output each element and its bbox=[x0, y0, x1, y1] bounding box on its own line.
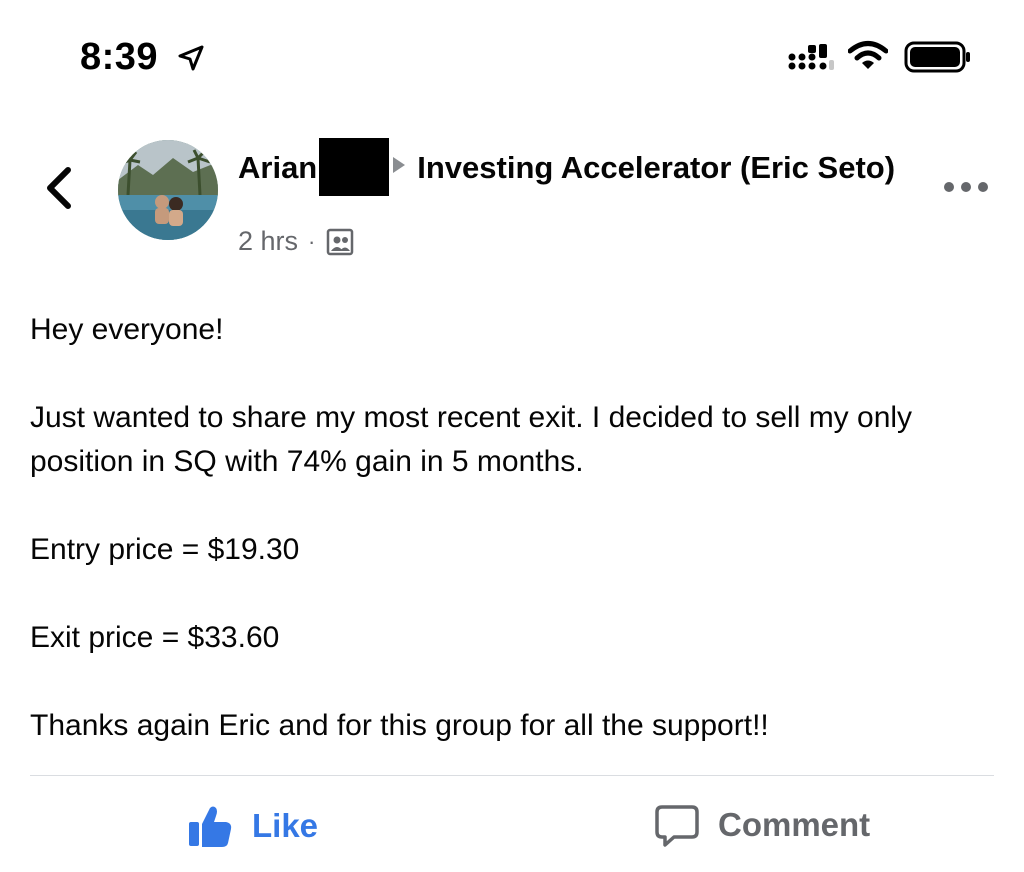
author-name[interactable]: Arian bbox=[238, 150, 317, 185]
wifi-icon bbox=[848, 41, 888, 69]
status-bar: 8:39 bbox=[0, 0, 1024, 110]
post-paragraph: Entry price = $19.30 bbox=[30, 533, 300, 566]
post-time[interactable]: 2 hrs bbox=[238, 226, 298, 257]
triangle-right-icon bbox=[393, 157, 406, 173]
comment-button[interactable]: Comment bbox=[654, 802, 870, 848]
post-paragraph: Exit price = $33.60 bbox=[30, 621, 280, 654]
group-audience-icon bbox=[327, 228, 354, 255]
location-arrow-icon bbox=[178, 45, 204, 71]
group-name[interactable]: Investing Accelerator (Eric Seto) bbox=[417, 150, 895, 185]
cellular-signal-icon bbox=[788, 44, 834, 70]
redaction-box bbox=[319, 138, 390, 196]
thumbs-up-icon bbox=[189, 806, 232, 847]
status-time: 8:39 bbox=[80, 36, 159, 78]
comment-bubble-icon bbox=[655, 805, 699, 847]
meta-separator: · bbox=[308, 228, 316, 254]
action-bar: Like Comment bbox=[0, 776, 1024, 872]
post-meta: 2 hrs · bbox=[238, 226, 355, 257]
battery-icon bbox=[904, 41, 970, 73]
avatar-photo bbox=[118, 140, 218, 240]
like-button[interactable]: Like bbox=[186, 802, 318, 850]
avatar[interactable] bbox=[118, 140, 218, 240]
post-paragraph: Thanks again Eric and for this group for… bbox=[30, 709, 769, 742]
more-options-icon[interactable] bbox=[940, 174, 992, 200]
comment-label: Comment bbox=[718, 806, 871, 843]
post-title[interactable]: Arian Investing Accelerator (Eric Seto) bbox=[238, 138, 918, 196]
post-paragraph: Just wanted to share my most recent exit… bbox=[30, 401, 913, 478]
post-paragraph: Hey everyone! bbox=[30, 313, 224, 346]
like-label: Like bbox=[252, 807, 319, 844]
post-header: Arian Investing Accelerator (Eric Seto) 2… bbox=[0, 120, 1024, 270]
back-button[interactable] bbox=[38, 160, 80, 216]
post-body: Hey everyone! Just wanted to share my mo… bbox=[30, 308, 994, 748]
